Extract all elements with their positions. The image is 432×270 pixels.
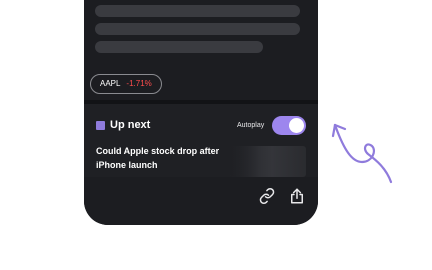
text-skeleton-line [95, 5, 300, 17]
up-next-title: Up next [110, 119, 151, 131]
up-next-thumbnail[interactable] [230, 146, 306, 177]
ticker-change: -1.71% [126, 79, 152, 88]
up-next-marker-icon [96, 121, 105, 130]
up-next-section: Up next Autoplay Could Apple stock drop … [84, 104, 318, 177]
text-skeleton-line [95, 41, 263, 53]
link-icon[interactable] [258, 187, 276, 205]
toggle-knob [289, 118, 304, 133]
autoplay-label: Autoplay [237, 122, 265, 129]
share-icon[interactable] [288, 187, 306, 205]
stock-ticker-chip[interactable]: AAPL -1.71% [90, 74, 162, 94]
text-skeleton-line [95, 23, 300, 35]
autoplay-toggle[interactable] [272, 116, 306, 135]
up-next-headline[interactable]: Could Apple stock drop after iPhone laun… [96, 144, 224, 172]
thumbnail-fade [230, 146, 260, 177]
ticker-symbol: AAPL [100, 79, 121, 88]
curved-arrow-icon [331, 123, 393, 184]
phone-screen: AAPL -1.71% Up next Autoplay Could Apple… [84, 0, 318, 225]
bottom-toolbar [84, 177, 318, 225]
